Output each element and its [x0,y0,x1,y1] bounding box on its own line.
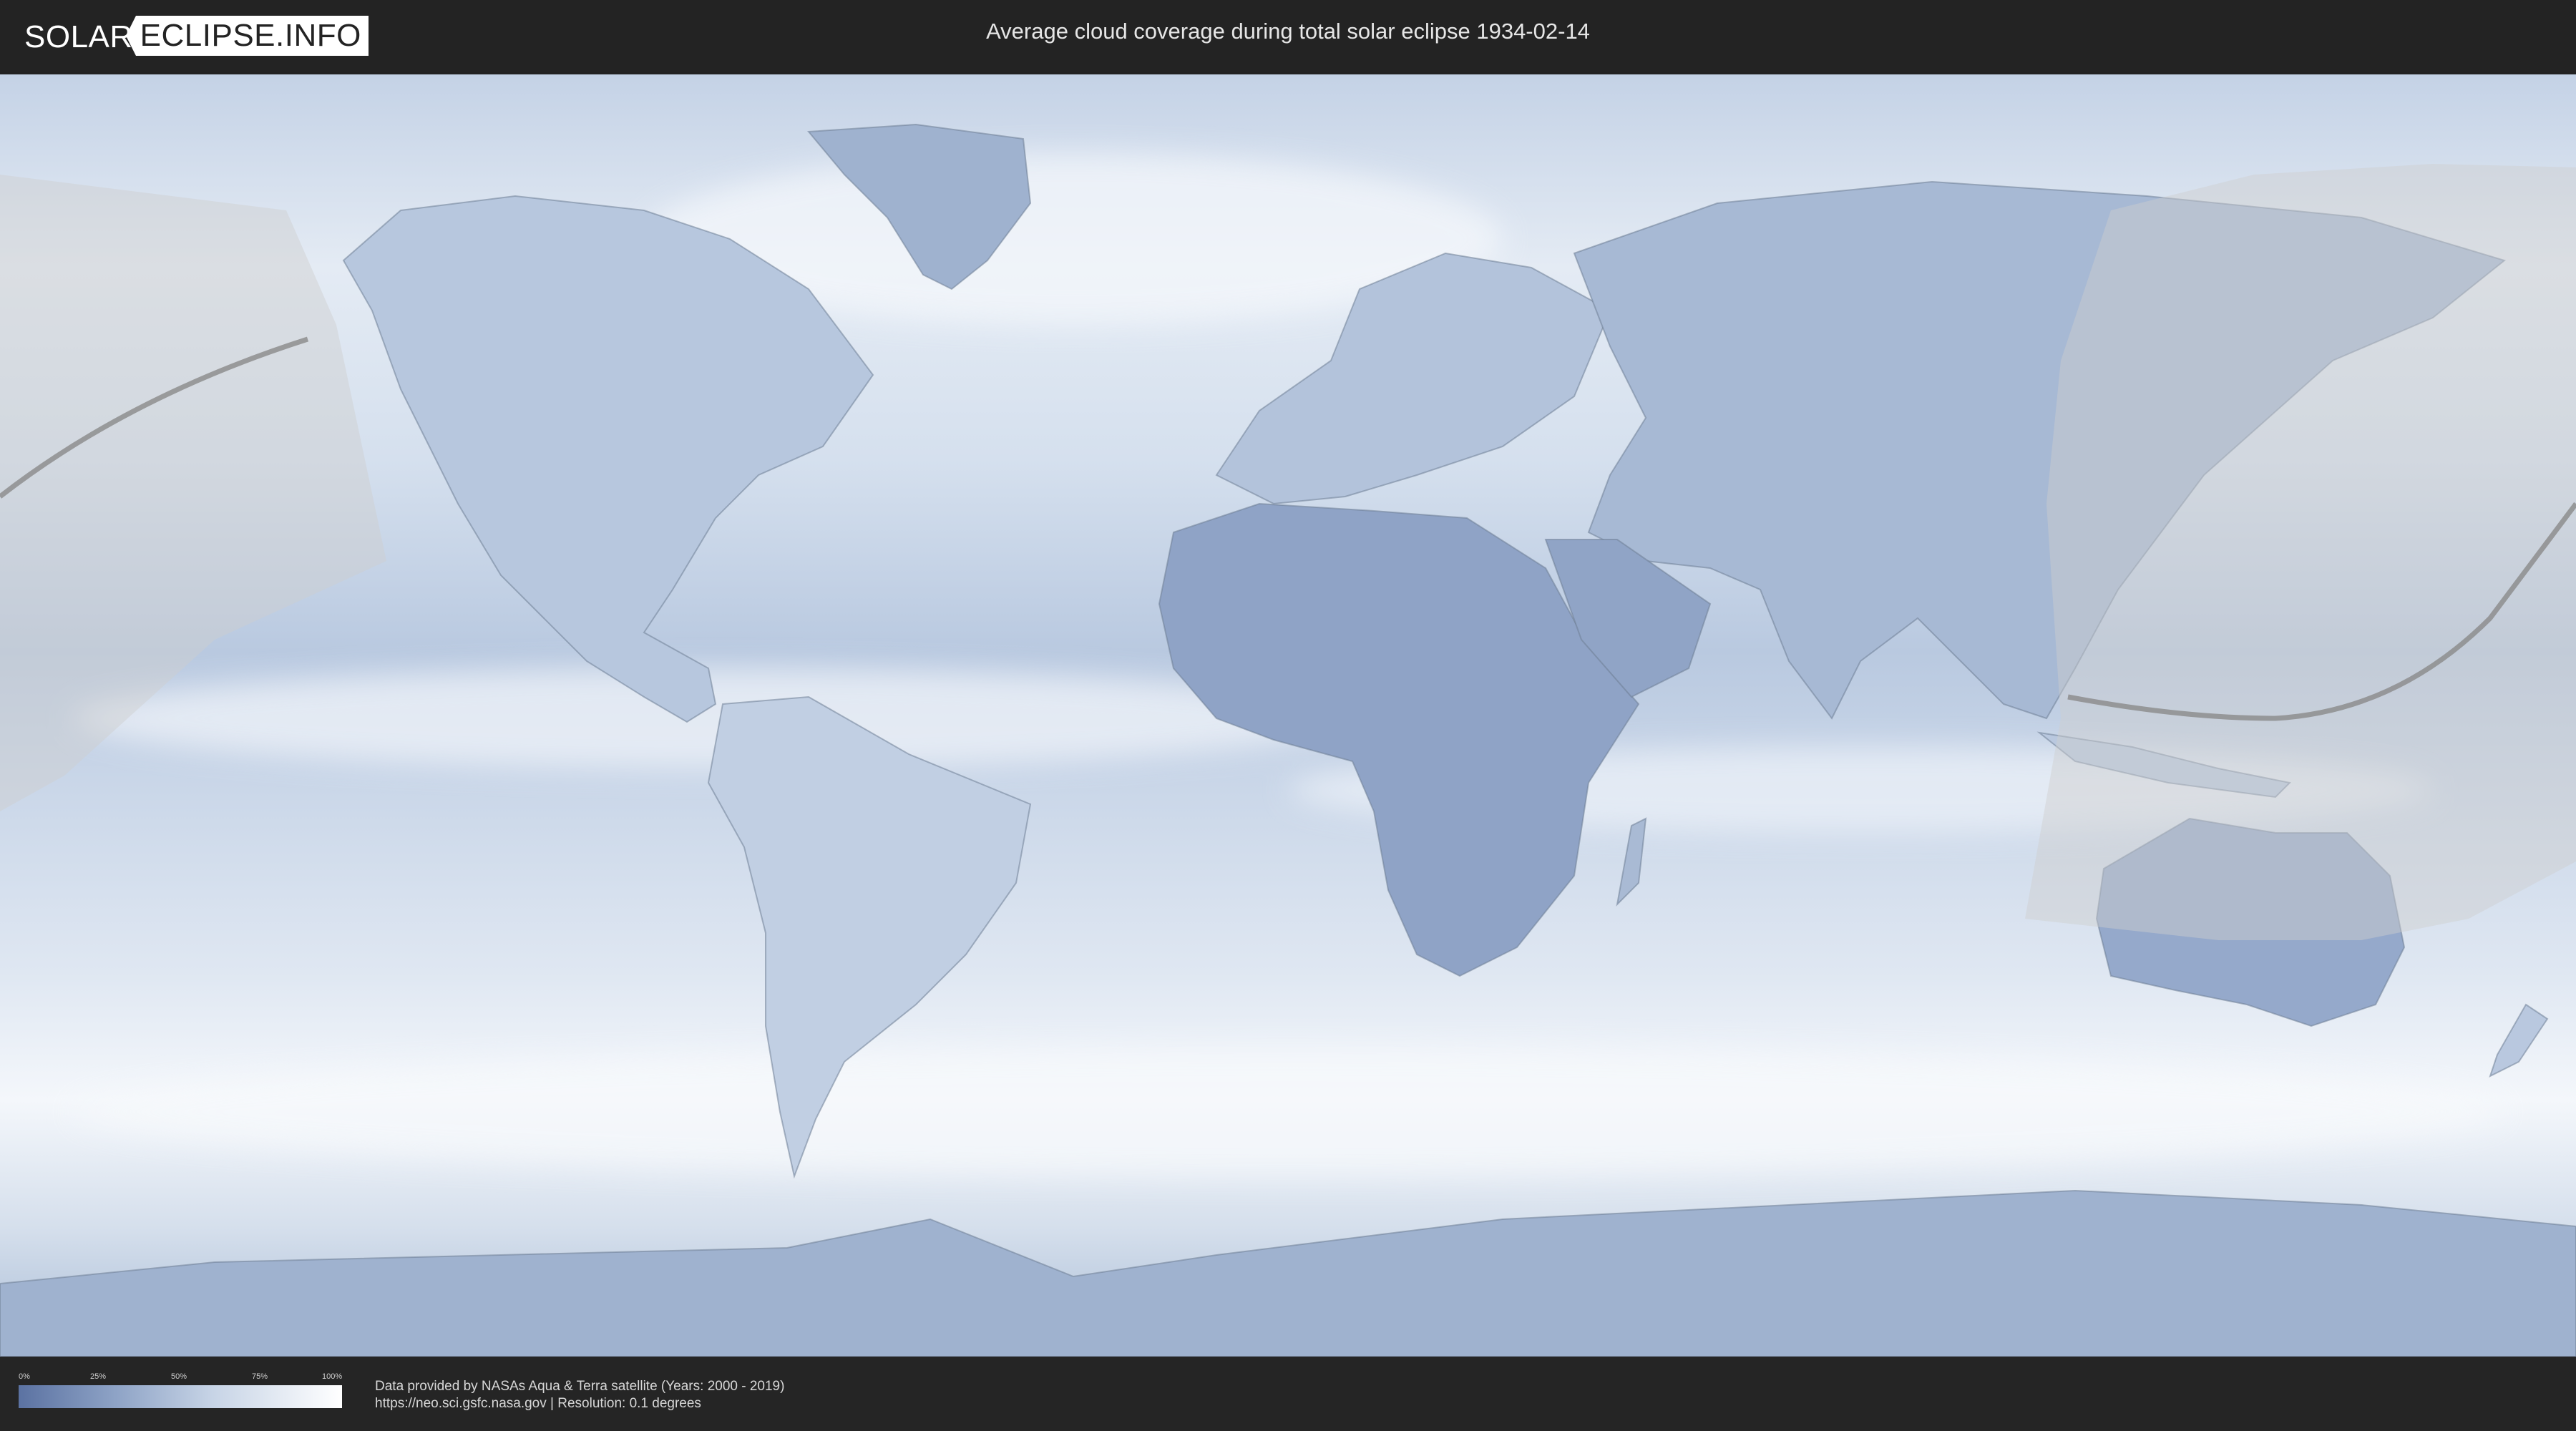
cloud-coverage-legend: 0% 25% 50% 75% 100% [19,1372,342,1408]
data-credits: Data provided by NASAs Aqua & Terra sate… [375,1378,784,1412]
page-title: Average cloud coverage during total sola… [986,19,1590,44]
legend-ticks: 0% 25% 50% 75% 100% [19,1372,342,1384]
cloud-coverage-map[interactable] [0,74,2576,1357]
credits-line-2: https://neo.sci.gsfc.nasa.gov | Resoluti… [375,1396,701,1411]
eclipse-zone-east [2025,164,2576,940]
legend-color-bar [19,1385,342,1408]
footer-bar: 0% 25% 50% 75% 100% Data provided by NAS… [0,1357,2576,1431]
legend-tick-50: 50% [171,1372,187,1381]
legend-tick-0: 0% [19,1372,30,1381]
legend-tick-100: 100% [322,1372,343,1381]
legend-tick-75: 75% [252,1372,268,1381]
legend-tick-25: 25% [90,1372,107,1381]
credits-line-1: Data provided by NASAs Aqua & Terra sate… [375,1379,785,1394]
header-bar: SOLAR ECLIPSE.INFO Average cloud coverag… [0,0,2576,72]
